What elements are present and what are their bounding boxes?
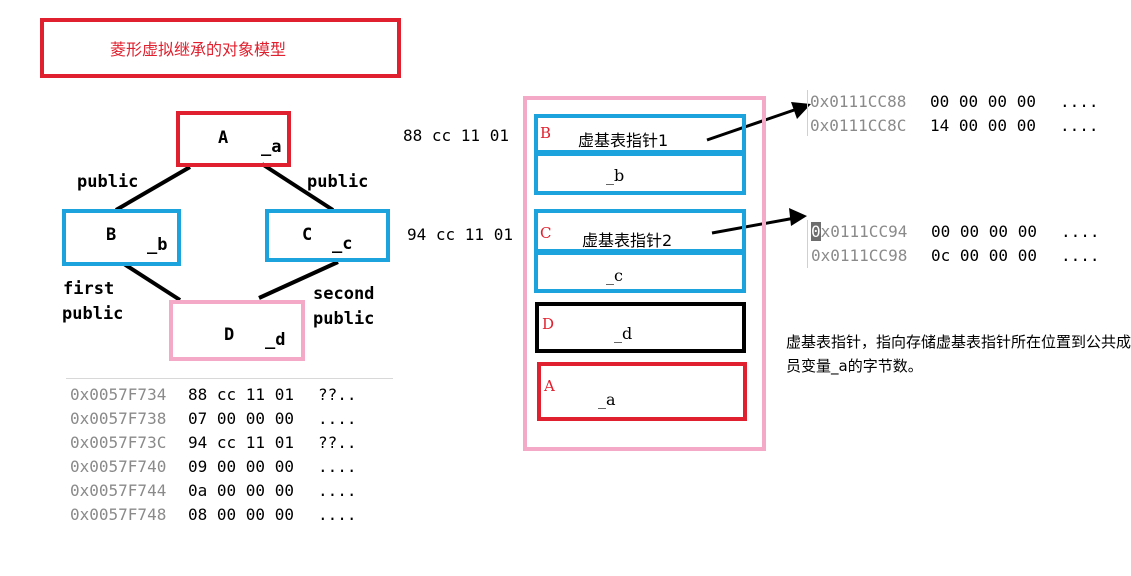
edge-ac-label: public (307, 172, 369, 192)
class-d-name: D (224, 325, 235, 345)
memory-row: 0x0057F73C 94 cc 11 01??.. (66, 431, 393, 455)
memory-dump: 0x0057F734 88 cc 11 01??.. 0x0057F738 07 0… (66, 378, 393, 527)
class-d-member: _d (265, 330, 286, 350)
memory-row: 0x0057F748 08 00 00 00.... (66, 503, 393, 527)
slot-c-member (534, 251, 746, 293)
vbtable2-row: 0x0111CC94 00 00 00 00.... (811, 222, 1100, 241)
explanation-note: 虚基表指针，指向存储虚基表指针所在位置到公共成员变量_a的字节数。 (786, 333, 1131, 375)
slot-d-member-label: _d (614, 324, 633, 343)
memory-ascii: ??.. (318, 433, 357, 452)
vbtable-ascii: .... (1061, 246, 1100, 265)
memory-address: 0x0057F734 (70, 385, 167, 404)
vbtable-ascii: .... (1060, 92, 1099, 111)
memory-bytes: 09 00 00 00 (188, 457, 294, 476)
slot-a-member-label: _a (598, 390, 616, 409)
memory-bytes: 88 cc 11 01 (188, 385, 294, 404)
vbtable-ascii: .... (1060, 116, 1099, 135)
memory-address: 0x0057F744 (70, 481, 167, 500)
vbtable-address: 0x0111CC98 (811, 246, 908, 265)
memory-bytes: 08 00 00 00 (188, 505, 294, 524)
slot-letter-d: D (542, 315, 555, 333)
vbtable-bytes: 00 00 00 00 (931, 222, 1037, 241)
vbtable-address: x0111CC94 (820, 222, 908, 241)
slot-c-member-label: _c (606, 266, 623, 285)
vbtable1-divider (807, 90, 808, 136)
slot-d-member (535, 302, 746, 353)
memory-row: 0x0057F734 88 cc 11 01??.. (66, 383, 393, 407)
slot-letter-b: B (540, 124, 552, 142)
text-cursor: 0 (811, 222, 821, 241)
slot-b-member-label: _b (606, 166, 625, 185)
edge-bd-label-1: first (63, 279, 115, 299)
class-c-member: _c (332, 234, 353, 254)
vbtable-ascii: .... (1061, 222, 1100, 241)
vbptr2-value: 94 cc 11 01 (407, 225, 513, 244)
edge-b-d (122, 262, 182, 302)
class-b-member: _b (147, 235, 168, 255)
vbtable1-row: 0x0111CC8C 14 00 00 00.... (810, 116, 1099, 135)
memory-ascii: .... (318, 457, 357, 476)
vbtable-bytes: 0c 00 00 00 (931, 246, 1037, 265)
vbtable1-row: 0x0111CC88 00 00 00 00.... (810, 92, 1099, 111)
class-a-name: A (218, 128, 229, 148)
edge-ab-label: public (77, 172, 139, 192)
memory-address: 0x0057F738 (70, 409, 167, 428)
memory-address: 0x0057F748 (70, 505, 167, 524)
class-b-name: B (106, 225, 117, 245)
edge-cd-label-2: public (313, 309, 375, 329)
class-a-member: _a (261, 137, 282, 157)
memory-bytes: 0a 00 00 00 (188, 481, 294, 500)
vbtable-bytes: 14 00 00 00 (930, 116, 1036, 135)
vbtable2-row: 0x0111CC98 0c 00 00 00.... (811, 246, 1100, 265)
slot-letter-a: A (544, 377, 555, 395)
memory-row: 0x0057F744 0a 00 00 00.... (66, 479, 393, 503)
slot-letter-c: C (540, 224, 552, 242)
slot-vbptr2-label: 虚基表指针2 (582, 231, 673, 250)
arrow-ptr1-head (791, 102, 811, 119)
vbtable-address: 0x0111CC8C (810, 116, 907, 135)
vbptr1-value: 88 cc 11 01 (403, 126, 509, 145)
memory-ascii: .... (318, 481, 357, 500)
class-c-box (265, 209, 390, 262)
edge-cd-label-1: second (313, 284, 375, 304)
memory-bytes: 07 00 00 00 (188, 409, 294, 428)
memory-address: 0x0057F740 (70, 457, 167, 476)
memory-row: 0x0057F740 09 00 00 00.... (66, 455, 393, 479)
slot-b-member (534, 152, 746, 195)
vbtable2-divider (807, 220, 808, 268)
vbtable-address: 0x0111CC88 (810, 92, 907, 111)
arrow-ptr2-head (789, 208, 807, 226)
vbtable-bytes: 00 00 00 00 (930, 92, 1036, 111)
class-c-name: C (302, 225, 313, 245)
slot-a-member (537, 362, 747, 421)
edge-bd-label-2: public (62, 304, 124, 324)
memory-ascii: ??.. (318, 385, 357, 404)
memory-row: 0x0057F738 07 00 00 00.... (66, 407, 393, 431)
slot-vbptr1-label: 虚基表指针1 (578, 131, 669, 150)
memory-ascii: .... (318, 505, 357, 524)
memory-bytes: 94 cc 11 01 (188, 433, 294, 452)
memory-address: 0x0057F73C (70, 433, 167, 452)
memory-ascii: .... (318, 409, 357, 428)
